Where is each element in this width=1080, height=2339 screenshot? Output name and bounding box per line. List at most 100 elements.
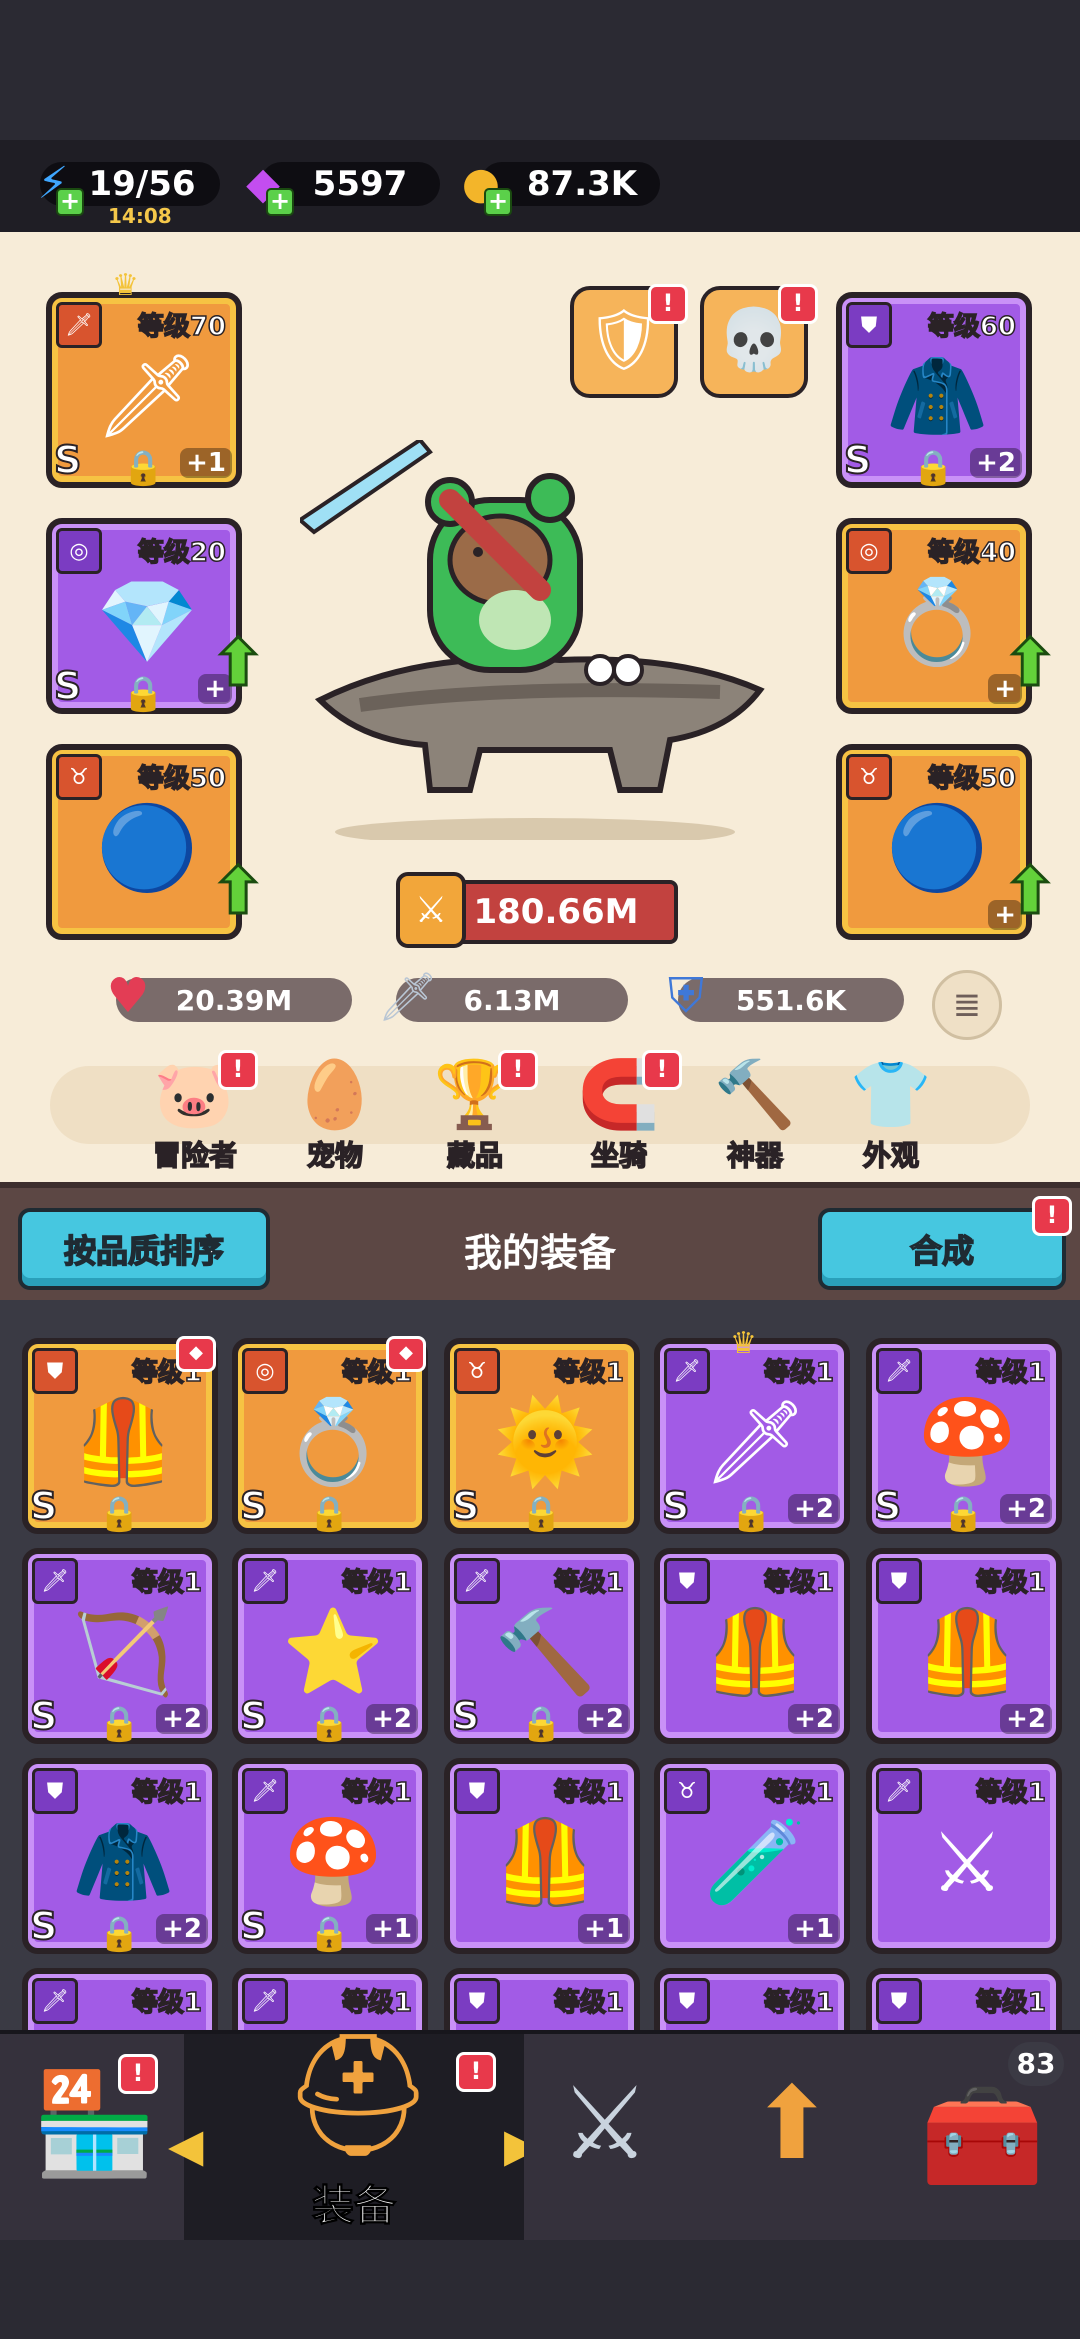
upgrade-arrow-icon[interactable]: ⬆ [208,859,268,926]
item-level: 等级1 [341,1777,413,1809]
equipment-slot[interactable]: 🗡 等级1 🗡 S 🔒 +2 ♛ [654,1326,850,1534]
equipment-slot[interactable]: ⛊ 等级60 🧥 S 🔒 +2 [836,292,1032,488]
item-grade: S [451,1693,480,1739]
new-item-badge: ◆ [176,1336,216,1372]
nav-label: 坐骑 [590,1138,648,1173]
shop-notification-badge: ! [118,2054,158,2094]
plus-icon: + [484,188,512,216]
merge-button[interactable]: 合成 [818,1208,1066,1290]
gem-icon[interactable]: ◆ + [234,154,294,216]
leather-vest-icon: 🦺 [915,1605,1019,1700]
item-plus: +2 [788,1494,840,1524]
sort-by-quality-button[interactable]: 按品质排序 [18,1208,270,1290]
item-plus: +1 [366,1914,418,1944]
lightning-icon[interactable]: ⚡ + [24,154,84,216]
equipment-slot[interactable]: 🗡 等级1 🔨 S 🔒 +2 [444,1548,640,1744]
item-plus: +1 [180,448,232,478]
item-plus: +2 [578,1704,630,1734]
item-grade: S [239,1903,268,1949]
egg-pet-icon: 🥚 [293,1056,377,1133]
system-nav-area [0,2240,1080,2339]
attack-value: 6.13M [463,983,561,1017]
heart-icon: ♥ [106,968,150,1024]
tab-battle[interactable]: ⚔ [524,2034,713,2240]
merge-notification-badge: ! [1032,1196,1072,1236]
equipment-slot[interactable]: 🗡 等级1 [232,1968,428,2030]
stats-detail-button[interactable]: ≣ [932,970,1002,1040]
equipment-slot[interactable]: ⛊ 等级1 🧥 S 🔒 +2 [22,1758,218,1954]
equipment-slot[interactable]: ⛊ 等级1 🦺 +2 [866,1548,1062,1744]
lock-icon: 🔒 [98,1704,141,1744]
equipment-slot[interactable]: 🗡 等级70 🗡 S 🔒 +1 [46,292,242,488]
equipment-slot[interactable]: 🗡 等级1 🍄 S 🔒 +1 [232,1758,428,1954]
equipment-slot[interactable]: 🗡 等级1 🍄 S 🔒 +2 [866,1338,1062,1534]
item-level: 等级1 [975,1777,1047,1809]
nav-item-4[interactable]: 🔨 神器 [700,1050,810,1180]
upgrade-arrow-icon[interactable]: ⬆ [1000,859,1060,926]
tab-shop[interactable]: 🏪 ! [0,2034,187,2240]
outfit-icon: 👕 [849,1056,933,1133]
lock-icon: 🔒 [730,1494,773,1534]
item-plus: +2 [788,1704,840,1734]
lock-icon: 🔒 [520,1704,563,1744]
purple-cape-icon: 🧥 [71,1815,175,1910]
item-level: 等级50 [927,763,1017,795]
notification-badge: ! [778,284,818,324]
upgrade-arrow-icon[interactable]: ⬆ [208,631,268,698]
purple-ring-icon: 💍 [281,1395,385,1490]
sword-icon: 🗡 [32,1978,78,2024]
item-level: 等级1 [131,1567,203,1599]
mushroom-staff-icon: 🍄 [281,1815,385,1910]
dark-sword-icon: 🗡 [702,1395,808,1490]
sword-icon: 🗡 [377,968,439,1025]
item-plus: +1 [578,1914,630,1944]
gems-value: 5597 [312,164,408,204]
equipment-slot[interactable]: 🗡 等级1 🏹 S 🔒 +2 [22,1548,218,1744]
coin-icon[interactable]: ● + [452,154,512,216]
steel-sword-icon: ⚔ [930,1815,1004,1911]
notification-badge: ! [218,1050,258,1090]
equipment-slot[interactable]: ⛊ 等级1 [444,1968,640,2030]
merge-label: 合成 [909,1231,975,1271]
equipment-grid: ⛊ 等级1 🦺 S 🔒 ◆ ◎ 等级1 💍 S 🔒 ◆ ♉ 等级1 🌞 S 🔒 🗡 等级1 🗡 S 🔒 +2 ♛ 🗡 等级1 🍄 S 🔒… [0,1300,1080,2030]
combat-power-value: 180.66M [473,892,639,932]
equipment-slot[interactable]: ◎ 等级1 💍 S 🔒 ◆ [232,1336,428,1534]
nav-item-1[interactable]: 🥚 宠物 [280,1050,390,1180]
tab-upgrade[interactable]: ⬆ [710,2034,899,2240]
item-level: 等级60 [927,311,1017,343]
lock-icon: 🔒 [122,448,165,488]
equipment-slot[interactable]: 🗡 等级1 ⚔ [866,1758,1062,1954]
nav-label: 宠物 [306,1138,364,1173]
lock-icon: 🔒 [308,1494,351,1534]
sword-icon: 🗡 [242,1978,288,2024]
upgrade-arrow-icon[interactable]: ⬆ [1000,631,1060,698]
equipment-slot[interactable]: 🗡 等级1 ⭐ S 🔒 +2 [232,1548,428,1744]
shield-icon: ⛨ [667,967,704,1024]
equipment-slot[interactable]: ⛊ 等级1 🦺 +2 [654,1548,850,1744]
item-grade: S [53,663,82,709]
hero-character[interactable] [296,437,770,846]
nav-item-2[interactable]: 🏆 藏品! [420,1050,538,1180]
power-shield-icon: ⚔ [396,872,466,948]
crossed-swords-icon: ⚔ [560,2065,650,2182]
blue-orb-icon: 🔵 [885,801,989,896]
equipment-slot[interactable]: 🗡 等级1 [22,1968,218,2030]
equipment-slot[interactable]: ⛊ 等级1 [866,1968,1062,2030]
nav-item-5[interactable]: 👕 外观 [836,1050,946,1180]
nav-label: 冒险者 [152,1138,238,1173]
equip-notification-badge: ! [456,2052,496,2092]
nav-item-3[interactable]: 🧲 坐骑! [564,1050,682,1180]
nav-item-0[interactable]: 🐷 冒险者! [140,1050,258,1180]
equipment-slot[interactable]: ♉ 等级1 🌞 S 🔒 [444,1338,640,1534]
item-level: 等级70 [137,311,227,343]
item-level: 等级40 [927,537,1017,569]
equipment-slot[interactable]: ♉ 等级1 🧪 +1 [654,1758,850,1954]
equipment-slot[interactable]: ⛊ 等级1 [654,1968,850,2030]
lock-icon: 🔒 [308,1914,351,1954]
lock-icon: 🔒 [942,1494,985,1534]
equipment-slot[interactable]: ⛊ 等级1 🦺 S 🔒 ◆ [22,1336,218,1534]
equipment-slot[interactable]: ⛊ 等级1 🦺 +1 [444,1758,640,1954]
item-plus: +2 [156,1914,208,1944]
item-level: 等级20 [137,537,227,569]
nav-label: 外观 [862,1138,920,1173]
